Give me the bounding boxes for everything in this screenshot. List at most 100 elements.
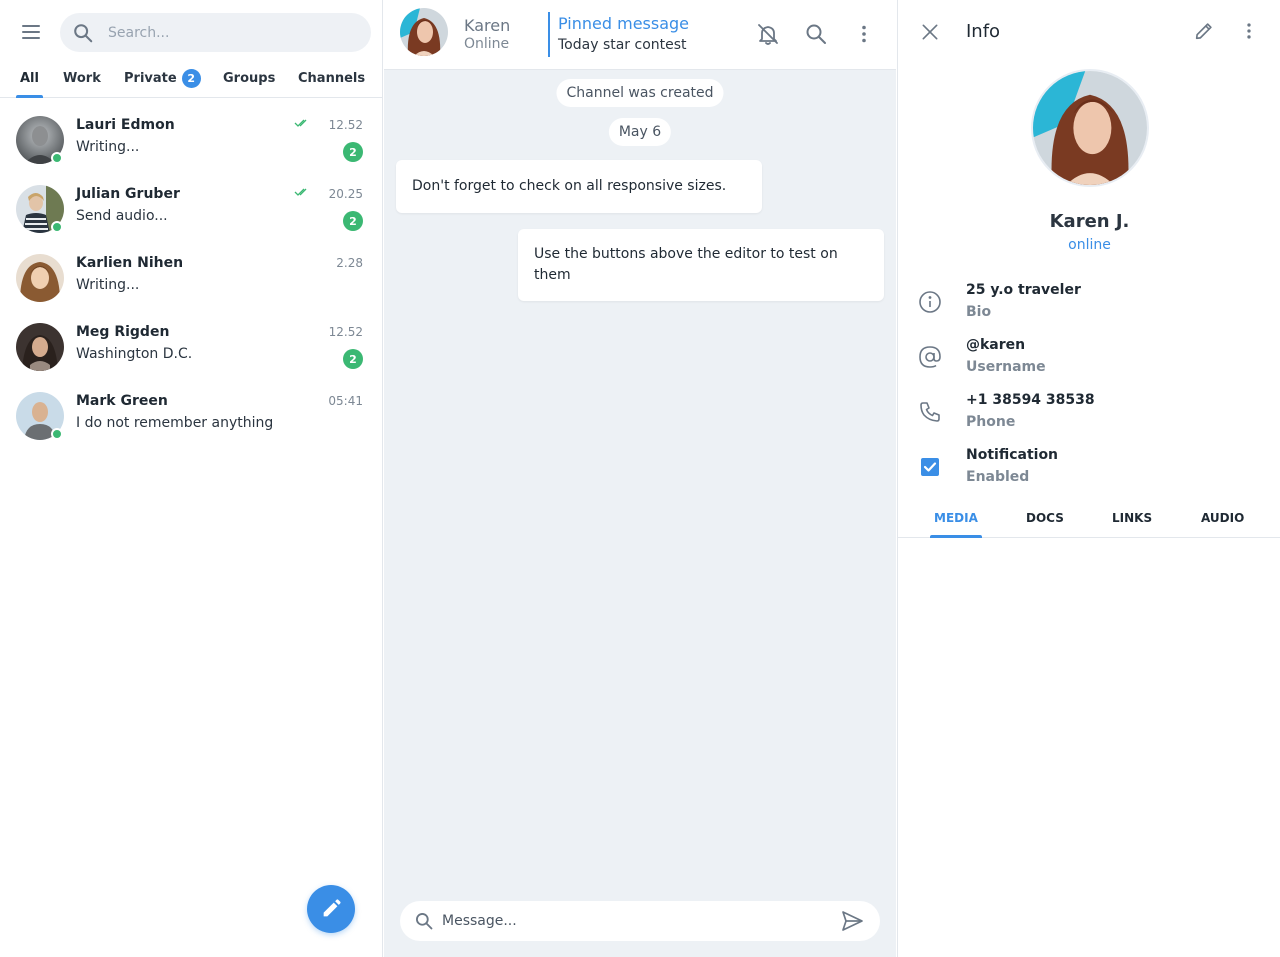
online-indicator	[51, 221, 63, 233]
hamburger-menu-icon[interactable]	[20, 22, 44, 42]
more-vertical-icon[interactable]	[1238, 20, 1260, 42]
message-composer	[400, 901, 880, 941]
online-indicator	[51, 152, 63, 164]
chat-list-item[interactable]: Julian Gruber Send audio... 20.25 2	[0, 175, 383, 244]
chat-name: Julian Gruber	[76, 186, 180, 202]
info-label: Bio	[966, 304, 992, 320]
chat-name: Karlien Nihen	[76, 255, 184, 271]
tab-groups[interactable]: Groups	[223, 58, 275, 98]
edit-icon[interactable]	[1193, 20, 1215, 42]
info-panel: Info Karen J. online 25 y.o traveler Bio…	[897, 0, 1280, 957]
more-vertical-icon[interactable]	[852, 22, 876, 46]
close-icon[interactable]	[920, 22, 940, 42]
chat-panel: Karen Online Pinned message Today star c…	[384, 0, 896, 957]
profile-avatar[interactable]	[1031, 69, 1149, 187]
tab-label: AUDIO	[1201, 510, 1245, 525]
unread-badge: 2	[343, 211, 363, 231]
chat-name: Meg Rigden	[76, 324, 170, 340]
info-value: @karen	[966, 337, 1026, 353]
pinned-text: Today star contest	[558, 37, 687, 53]
phone-icon	[920, 402, 940, 422]
info-row-phone[interactable]: +1 38594 38538 Phone	[898, 392, 1280, 442]
chat-time: 20.25	[328, 187, 363, 201]
chat-header: Karen Online Pinned message Today star c…	[384, 0, 896, 70]
media-tabs: MEDIA DOCS LINKS AUDIO	[898, 497, 1280, 538]
tab-label: DOCS	[1026, 510, 1064, 525]
message-input[interactable]	[442, 913, 822, 929]
tab-channels[interactable]: Channels	[298, 58, 365, 98]
profile-status: online	[1068, 237, 1111, 253]
message-text: Use the buttons above the editor to test…	[534, 246, 838, 283]
info-value: +1 38594 38538	[966, 392, 1095, 408]
avatar[interactable]	[400, 8, 448, 56]
contact-name: Karen	[464, 16, 511, 35]
avatar	[16, 254, 64, 302]
pinned-message[interactable]: Pinned message Today star contest	[548, 12, 689, 57]
tab-unread-badge: 2	[181, 68, 201, 88]
chat-list-item[interactable]: Meg Rigden Washington D.C. 12.52 2	[0, 313, 383, 382]
chat-preview: Writing...	[76, 277, 140, 293]
chat-time: 12.52	[328, 118, 363, 132]
tab-docs[interactable]: DOCS	[1026, 497, 1064, 538]
double-check-icon	[294, 119, 307, 127]
bell-off-icon[interactable]	[756, 22, 780, 46]
tab-links[interactable]: LINKS	[1112, 497, 1152, 538]
chat-preview: Washington D.C.	[76, 346, 193, 362]
chat-time: 12.52	[328, 325, 363, 339]
chat-preview: I do not remember anything	[76, 415, 274, 431]
unread-badge: 2	[343, 142, 363, 162]
online-indicator	[51, 428, 63, 440]
search-icon	[416, 913, 433, 930]
date-separator: May 6	[608, 118, 672, 146]
info-label: Phone	[966, 414, 1016, 430]
info-value: Notification	[966, 447, 1059, 463]
chat-list: Lauri Edmon Writing... 12.52 2 Julian Gr…	[0, 106, 383, 451]
folder-tabs: All Work Private 2 Groups Channels	[0, 58, 383, 98]
chat-time: 2.28	[336, 256, 363, 270]
search-bar[interactable]	[60, 13, 371, 52]
chat-list-item[interactable]: Karlien Nihen Writing... 2.28	[0, 244, 383, 313]
tab-label: Private	[124, 70, 177, 86]
unread-badge: 2	[343, 349, 363, 369]
outgoing-message[interactable]: Use the buttons above the editor to test…	[518, 229, 884, 301]
info-icon	[919, 291, 941, 313]
tab-active-indicator	[16, 95, 43, 98]
pinned-title: Pinned message	[558, 14, 690, 33]
system-message: Channel was created	[556, 79, 724, 107]
search-icon	[74, 23, 93, 42]
tab-label: All	[20, 70, 39, 86]
incoming-message[interactable]: Don't forget to check on all responsive …	[396, 160, 762, 213]
tab-active-indicator	[930, 535, 982, 538]
tab-label: Groups	[223, 70, 276, 86]
compose-button[interactable]	[307, 885, 355, 933]
chat-list-item[interactable]: Lauri Edmon Writing... 12.52 2	[0, 106, 383, 175]
tab-audio[interactable]: AUDIO	[1201, 497, 1244, 538]
tab-private[interactable]: Private 2	[124, 58, 201, 98]
search-icon[interactable]	[804, 22, 828, 46]
send-icon[interactable]	[840, 909, 864, 933]
chat-sidebar: All Work Private 2 Groups Channels Lauri…	[0, 0, 383, 957]
tab-label: Work	[63, 70, 101, 86]
profile-name: Karen J.	[1049, 211, 1130, 232]
tab-label: Channels	[298, 70, 366, 86]
tab-all[interactable]: All	[16, 58, 43, 98]
chat-preview: Send audio...	[76, 208, 168, 224]
tab-media[interactable]: MEDIA	[930, 497, 982, 538]
info-row-bio[interactable]: 25 y.o traveler Bio	[898, 282, 1280, 332]
chat-name: Lauri Edmon	[76, 117, 175, 133]
chat-preview: Writing...	[76, 139, 140, 155]
tab-label: MEDIA	[934, 510, 978, 525]
pencil-icon	[323, 899, 341, 917]
checkbox-checked-icon[interactable]	[918, 455, 942, 479]
search-input[interactable]	[108, 24, 348, 41]
info-row-notification[interactable]: Notification Enabled	[898, 447, 1280, 497]
chat-list-item[interactable]: Mark Green I do not remember anything 05…	[0, 382, 383, 451]
chat-time: 05:41	[328, 394, 363, 408]
avatar	[16, 323, 64, 371]
info-row-username[interactable]: @karen Username	[898, 337, 1280, 387]
at-sign-icon	[919, 346, 941, 368]
contact-status: Online	[464, 36, 510, 52]
tab-work[interactable]: Work	[63, 58, 101, 98]
double-check-icon	[294, 188, 307, 196]
info-label: Username	[966, 359, 1046, 375]
